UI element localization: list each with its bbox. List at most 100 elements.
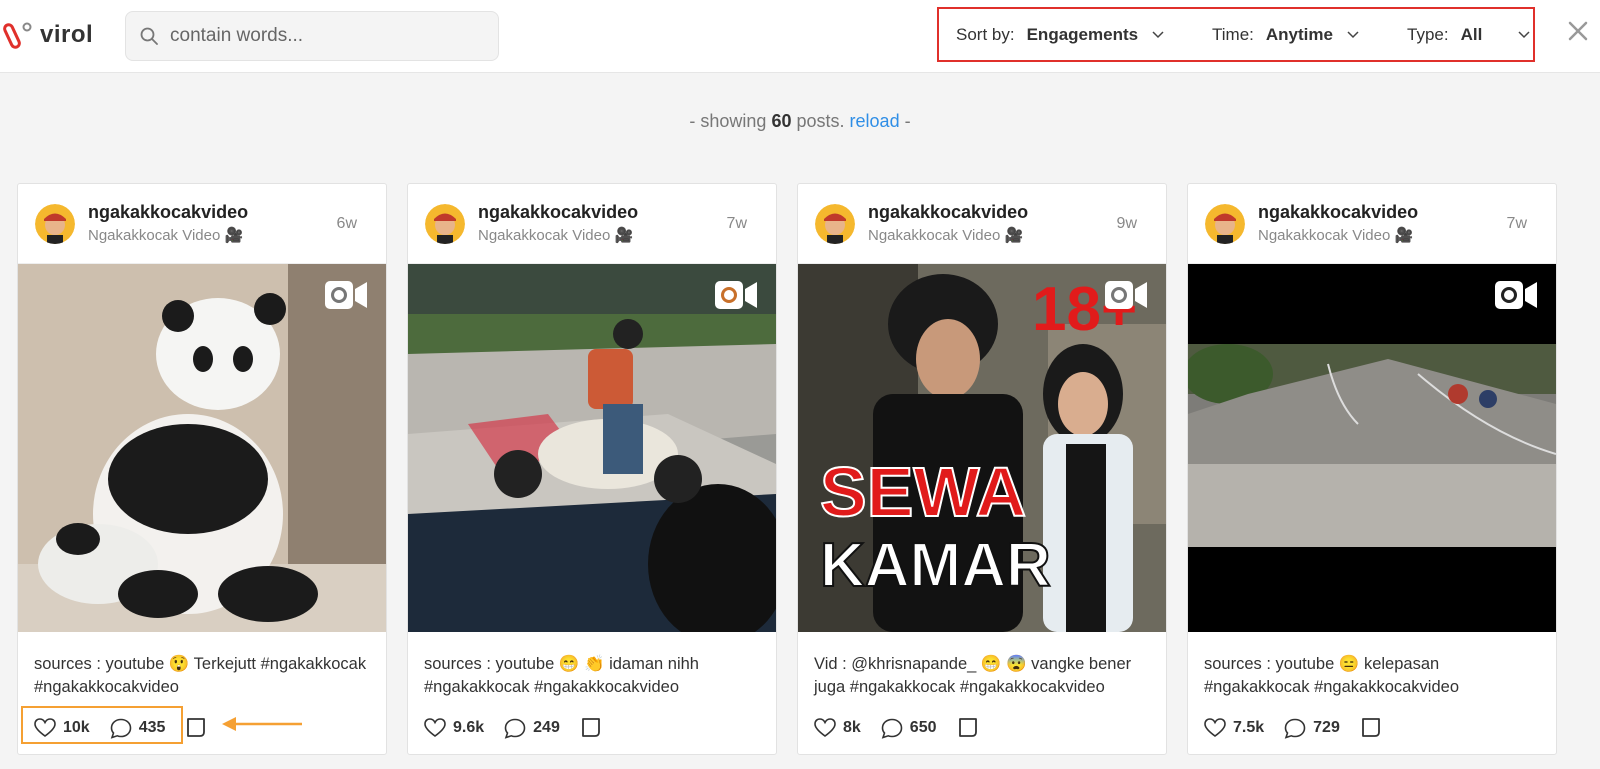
sort-value: Engagements <box>1026 24 1139 44</box>
status-mid: posts. <box>796 111 845 131</box>
filter-bar: Sort by: Engagements Time: Anytime Type:… <box>937 7 1535 62</box>
post-header: ngakakkocakvideo Ngakakkocak Video 🎥 6w <box>18 184 386 264</box>
road-thumbnail <box>1188 264 1556 632</box>
sort-dropdown[interactable]: Sort by: Engagements <box>956 9 1164 60</box>
search-input[interactable] <box>170 25 470 47</box>
post-card[interactable]: ngakakkocakvideo Ngakakkocak Video 🎥 7w … <box>1187 183 1557 755</box>
bookmark-button[interactable] <box>1360 717 1382 739</box>
comment-icon <box>881 718 903 739</box>
username[interactable]: ngakakkocakvideo <box>1258 202 1418 223</box>
avatar[interactable] <box>35 204 75 244</box>
sort-label: Sort by: <box>956 24 1015 44</box>
post-header: ngakakkocakvideo Ngakakkocak Video 🎥 9w <box>798 184 1166 264</box>
likes-value: 7.5k <box>1233 719 1265 736</box>
post-header: ngakakkocakvideo Ngakakkocak Video 🎥 7w <box>408 184 776 264</box>
post-media[interactable] <box>18 264 386 632</box>
chevron-down-icon <box>1347 30 1359 38</box>
bookmark-icon <box>1361 718 1380 737</box>
likes-value: 9.6k <box>453 719 485 736</box>
avatar[interactable] <box>815 204 855 244</box>
post-card[interactable]: ngakakkocakvideo Ngakakkocak Video 🎥 6w <box>17 183 387 755</box>
comments-count[interactable]: 650 <box>881 718 937 739</box>
post-age: 6w <box>336 215 357 232</box>
post-card[interactable]: ngakakkocakvideo Ngakakkocak Video 🎥 7w <box>407 183 777 755</box>
video-camera-icon <box>715 281 757 309</box>
time-dropdown[interactable]: Time: Anytime <box>1212 9 1359 60</box>
post-age: 7w <box>1506 215 1527 232</box>
display-name: Ngakakkocak Video 🎥 <box>478 227 634 244</box>
username[interactable]: ngakakkocakvideo <box>88 202 248 223</box>
reload-link[interactable]: reload <box>850 111 900 131</box>
status-suffix: - <box>904 111 911 131</box>
bookmark-button[interactable] <box>580 717 602 739</box>
overlay-line1: SEWA <box>820 453 1026 531</box>
comments-count[interactable]: 249 <box>504 718 560 739</box>
chevron-down-icon <box>1152 30 1164 38</box>
post-age: 7w <box>726 215 747 232</box>
search-bar[interactable] <box>125 11 499 61</box>
brand-name: virol <box>40 21 94 48</box>
comments-value: 729 <box>1313 719 1340 736</box>
comment-icon <box>504 718 526 739</box>
heart-icon <box>1204 718 1226 737</box>
post-count: 60 <box>771 111 792 131</box>
post-media[interactable] <box>1188 264 1556 632</box>
post-caption: sources : youtube 😲 Terkejutt #ngakakkoc… <box>34 655 367 696</box>
status-prefix: - showing <box>689 111 767 131</box>
bookmark-icon <box>581 718 600 737</box>
results-status: - showing 60 posts. reload - <box>0 111 1600 132</box>
likes-count[interactable]: 8k <box>814 718 861 738</box>
username[interactable]: ngakakkocakvideo <box>478 202 638 223</box>
time-label: Time: <box>1212 24 1254 44</box>
post-stats: 7.5k 729 <box>1204 714 1382 742</box>
video-camera-icon <box>1105 281 1147 309</box>
comments-value: 249 <box>533 719 560 736</box>
avatar[interactable] <box>1205 204 1245 244</box>
comments-value: 650 <box>909 719 937 736</box>
overlay-line2: KAMAR <box>820 531 1051 600</box>
post-header: ngakakkocakvideo Ngakakkocak Video 🎥 7w <box>1188 184 1556 264</box>
chevron-down-icon <box>1518 30 1530 38</box>
likes-count[interactable]: 7.5k <box>1204 718 1264 738</box>
time-value: Anytime <box>1265 24 1333 44</box>
arrow-left-icon <box>222 717 302 731</box>
video-camera-icon <box>1495 281 1537 309</box>
type-label: Type: <box>1407 24 1449 44</box>
display-name: Ngakakkocak Video 🎥 <box>88 227 244 244</box>
heart-icon <box>424 718 446 737</box>
post-stats: 8k 650 <box>814 714 979 742</box>
post-caption: sources : youtube 😑 kelepasan #ngakakkoc… <box>1204 655 1460 696</box>
search-icon <box>140 27 158 45</box>
close-icon[interactable] <box>1567 20 1589 42</box>
likes-count[interactable]: 9.6k <box>424 718 484 738</box>
avatar[interactable] <box>425 204 465 244</box>
post-caption: sources : youtube 😁 👏 idaman nihh #ngaka… <box>424 655 699 696</box>
post-media[interactable] <box>408 264 776 632</box>
bookmark-icon <box>958 718 977 737</box>
bookmark-icon <box>187 718 206 737</box>
scooter-thumbnail <box>408 264 776 632</box>
display-name: Ngakakkocak Video 🎥 <box>1258 227 1414 244</box>
brand-logo[interactable]: virol <box>2 18 93 52</box>
bookmark-button[interactable] <box>185 717 207 739</box>
post-stats: 9.6k 249 <box>424 714 602 742</box>
comments-count[interactable]: 729 <box>1284 718 1340 739</box>
heart-icon <box>814 718 836 737</box>
comment-icon <box>1284 718 1306 739</box>
post-age: 9w <box>1116 215 1137 232</box>
post-card[interactable]: ngakakkocakvideo Ngakakkocak Video 🎥 9w … <box>797 183 1167 755</box>
post-caption: Vid : @khrisnapande_ 😁 😨 vangke bener ju… <box>814 655 1132 696</box>
display-name: Ngakakkocak Video 🎥 <box>868 227 1024 244</box>
likes-value: 8k <box>843 719 861 736</box>
panda-thumbnail <box>18 264 386 632</box>
type-dropdown[interactable]: Type: All <box>1407 9 1530 60</box>
username[interactable]: ngakakkocakvideo <box>868 202 1028 223</box>
video-camera-icon <box>325 281 367 309</box>
logo-icon <box>3 22 32 49</box>
post-media[interactable]: 18+ SEWA KAMAR <box>798 264 1166 632</box>
engagement-highlight-box <box>21 706 183 744</box>
sewa-kamar-thumbnail: 18+ SEWA KAMAR <box>798 264 1166 632</box>
type-value: All <box>1460 24 1483 44</box>
top-bar: virol Sort by: Engagements Time: Anytime… <box>0 0 1600 73</box>
bookmark-button[interactable] <box>957 717 979 739</box>
